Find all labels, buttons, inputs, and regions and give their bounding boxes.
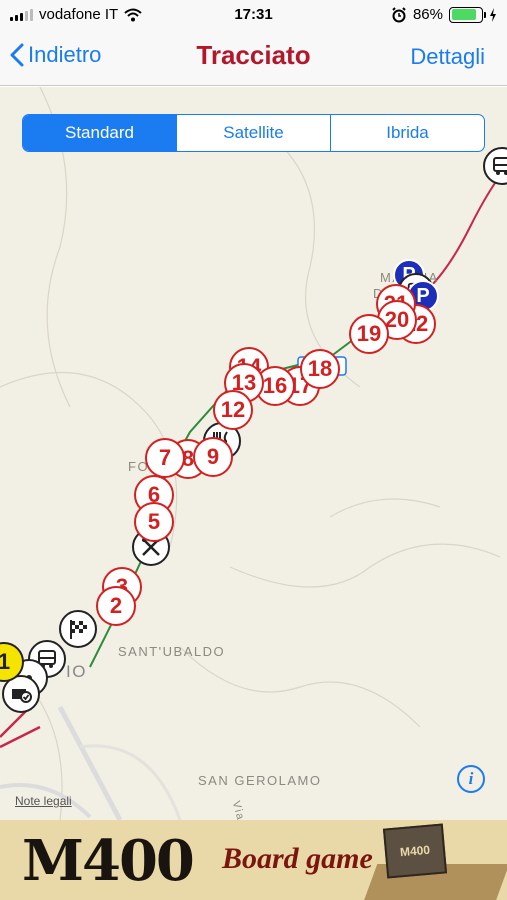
finish-flag-icon[interactable] (59, 610, 97, 648)
legal-notes-link[interactable]: Note legali (15, 794, 72, 808)
map-type-standard[interactable]: Standard (23, 115, 176, 151)
map-background (0, 87, 507, 820)
stage-marker[interactable]: 19 (349, 314, 389, 354)
chevron-left-icon (10, 43, 24, 67)
stage-marker[interactable]: 12 (213, 390, 253, 430)
battery-percent: 86% (412, 6, 443, 23)
navigation-bar: Indietro Tracciato Dettagli (0, 30, 507, 86)
stage-marker[interactable]: 9 (193, 437, 233, 477)
banner-subtitle: Board game (222, 842, 373, 875)
ad-banner[interactable]: M400 Board game M400 (0, 820, 507, 900)
back-label: Indietro (28, 42, 102, 67)
stage-marker[interactable]: 2 (96, 586, 136, 626)
info-icon[interactable]: i (457, 765, 485, 793)
banner-logo: M400 (22, 828, 195, 894)
map-label-sangerolamo: SAN GEROLAMO (198, 773, 322, 788)
battery-icon (449, 6, 486, 23)
stage-marker[interactable]: 18 (300, 349, 340, 389)
map-type-selector: Standard Satellite Ibrida (22, 114, 485, 152)
map-type-hybrid[interactable]: Ibrida (330, 115, 484, 151)
map-view[interactable]: Standard Satellite Ibrida SANT'UBALDO SA… (0, 87, 507, 820)
stage-marker[interactable]: 5 (134, 502, 174, 542)
map-label-santubaldo: SANT'UBALDO (118, 644, 226, 659)
map-label-io: IO (66, 662, 87, 681)
back-button[interactable]: Indietro (10, 42, 101, 68)
status-bar: vodafone IT 17:31 86% (0, 0, 507, 30)
stage-marker[interactable]: 7 (145, 438, 185, 478)
map-type-satellite[interactable]: Satellite (176, 115, 330, 151)
alarm-icon (392, 6, 406, 22)
charging-icon (490, 7, 496, 22)
battery-fill (451, 9, 477, 20)
battery-group: 86% (391, 6, 497, 23)
game-box-image: M400 (382, 823, 448, 879)
details-button[interactable]: Dettagli (410, 44, 485, 70)
